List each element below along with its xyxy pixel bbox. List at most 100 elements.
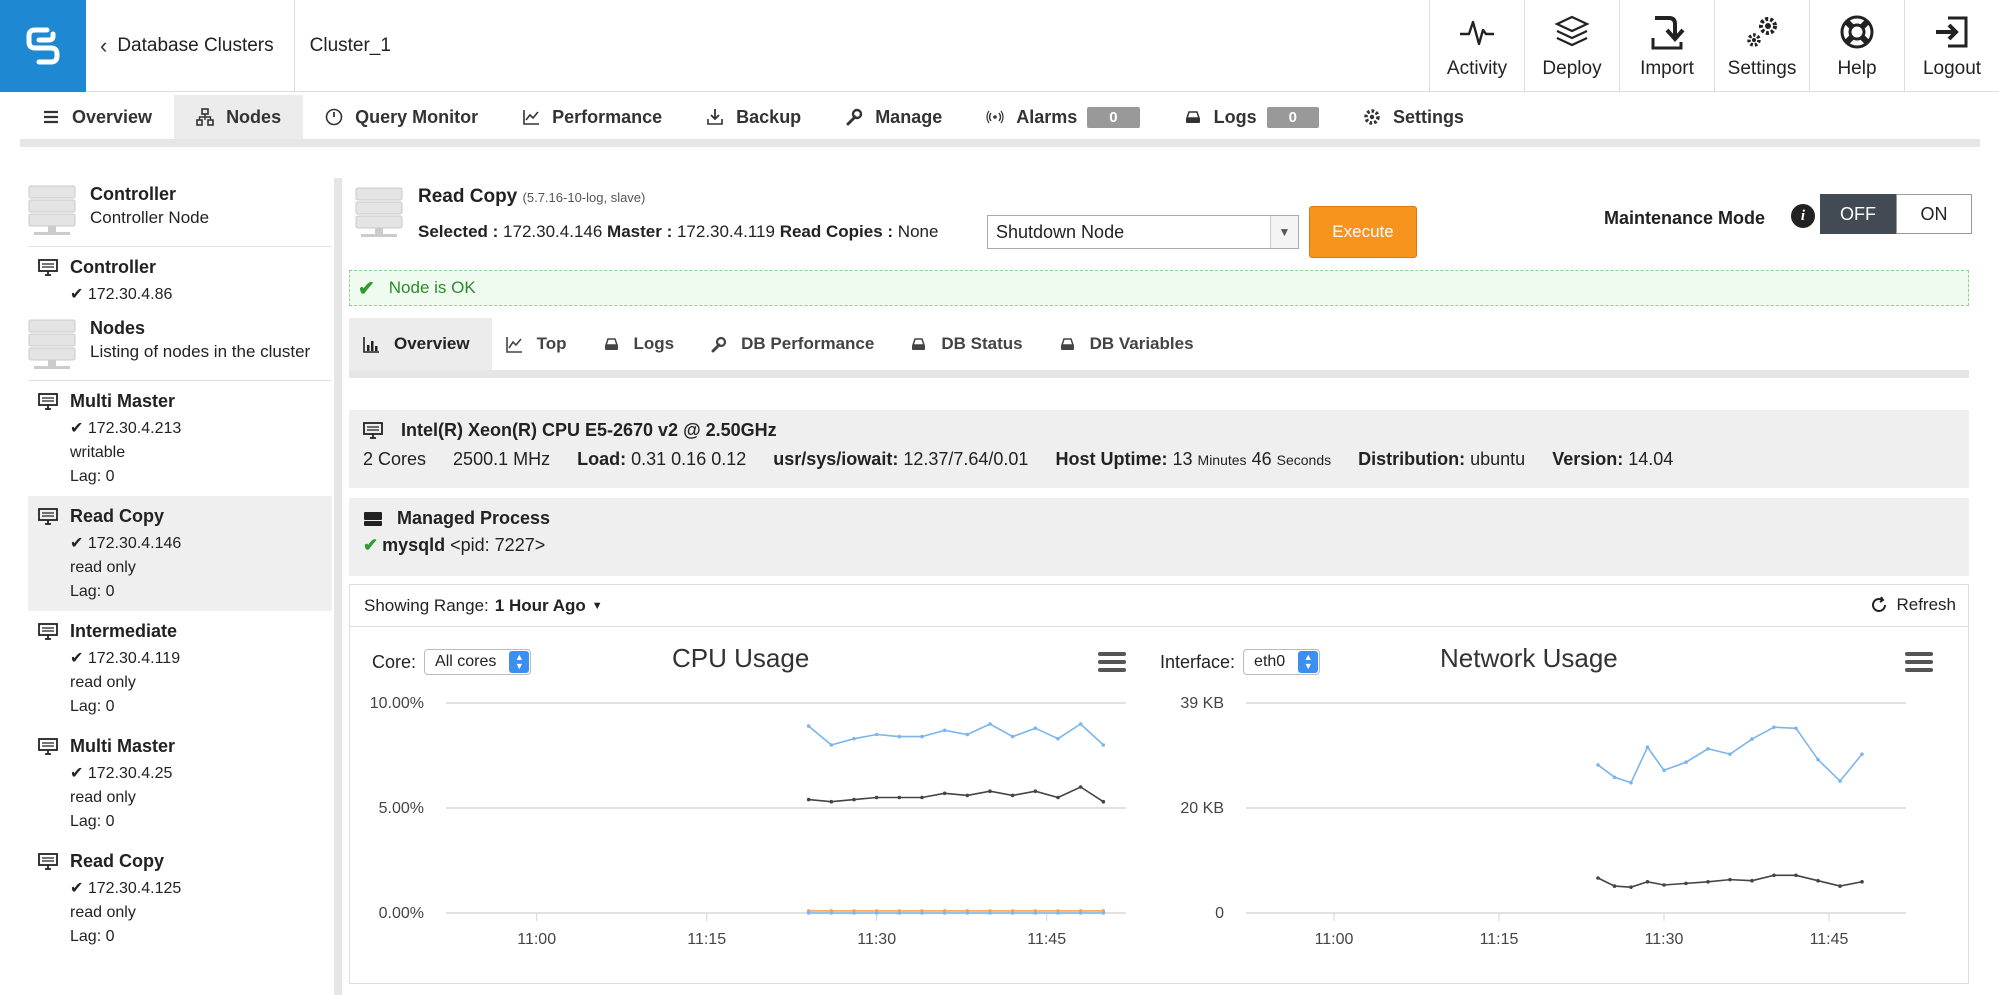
data-point bbox=[1596, 763, 1600, 767]
monitor-icon bbox=[38, 853, 58, 870]
data-point bbox=[1612, 884, 1617, 888]
data-point bbox=[1078, 785, 1083, 789]
sidebar-item-node[interactable]: Read Copy ✔ 172.30.4.125 read only Lag: … bbox=[28, 841, 332, 956]
y-tick-label: 10.00% bbox=[370, 695, 424, 712]
monitor-icon bbox=[38, 259, 58, 276]
activity-icon bbox=[1460, 20, 1494, 46]
server-icon bbox=[355, 187, 403, 237]
data-point bbox=[1033, 911, 1038, 915]
server-icon bbox=[28, 185, 76, 235]
y-tick-label: 0 bbox=[1215, 905, 1224, 922]
sidebar-item-node[interactable]: Multi Master ✔ 172.30.4.213 writable Lag… bbox=[28, 381, 332, 496]
cpu-plot-area: 0.00% 5.00% 10.00% 11:00 11:15 11:30 11:45 bbox=[370, 695, 1126, 948]
sidebar-controller-group: Controller Controller Node bbox=[28, 178, 332, 247]
tab-query-monitor-label: Query Monitor bbox=[355, 106, 479, 127]
sidebar-controller-subtitle: Controller Node bbox=[90, 208, 210, 227]
subtab-db-performance[interactable]: DB Performance bbox=[696, 318, 896, 370]
sidebar-item-controller[interactable]: Controller ✔ 172.30.4.86 bbox=[28, 247, 332, 314]
data-point bbox=[1750, 737, 1754, 741]
node-header: Read Copy (5.7.16-10-log, slave) Selecte… bbox=[349, 178, 1972, 270]
data-point bbox=[1010, 734, 1015, 739]
range-dropdown[interactable]: 1 Hour Ago bbox=[495, 596, 586, 616]
line-chart-icon bbox=[505, 336, 522, 353]
sidebar-node-ip: ✔ 172.30.4.146 bbox=[70, 535, 182, 552]
import-icon bbox=[1651, 16, 1685, 50]
topnav-activity-label: Activity bbox=[1446, 58, 1508, 79]
tab-alarms[interactable]: Alarms 0 bbox=[964, 95, 1161, 139]
y-tick-label: 39 KB bbox=[1180, 695, 1224, 712]
data-point bbox=[1033, 789, 1038, 793]
y-tick-label: 5.00% bbox=[379, 800, 424, 817]
range-label: Showing Range: bbox=[364, 595, 489, 615]
tab-backup[interactable]: Backup bbox=[684, 95, 823, 139]
maintenance-toggle: OFF ON bbox=[1820, 194, 1972, 234]
sidebar-node-title: Multi Master bbox=[70, 391, 176, 411]
subtab-top[interactable]: Top bbox=[492, 318, 589, 370]
data-point bbox=[942, 728, 947, 733]
data-point bbox=[1860, 752, 1864, 756]
data-point bbox=[942, 911, 947, 915]
execute-button[interactable]: Execute bbox=[1309, 206, 1417, 258]
cpu-model: Intel(R) Xeon(R) CPU E5-2670 v2 @ 2.50GH… bbox=[401, 420, 777, 440]
list-icon bbox=[44, 110, 58, 124]
host-info-panel: Intel(R) Xeon(R) CPU E5-2670 v2 @ 2.50GH… bbox=[349, 410, 1969, 488]
tab-settings[interactable]: Settings bbox=[1341, 95, 1486, 139]
subtab-db-variables[interactable]: DB Variables bbox=[1045, 318, 1216, 370]
data-point bbox=[1645, 745, 1650, 749]
subtab-top-label: Top bbox=[536, 334, 567, 353]
data-point bbox=[852, 911, 856, 915]
sidebar-node-lag: Lag: 0 bbox=[70, 698, 115, 715]
data-point bbox=[1838, 779, 1842, 783]
back-to-clusters-link[interactable]: ‹ Database Clusters bbox=[86, 0, 295, 92]
process-pid: <pid: 7227> bbox=[450, 535, 546, 555]
node-action-select[interactable]: Shutdown Node ▼ bbox=[987, 215, 1299, 249]
app-logo[interactable] bbox=[0, 0, 86, 92]
tab-performance[interactable]: Performance bbox=[500, 95, 684, 139]
refresh-button[interactable]: Refresh bbox=[1870, 595, 1956, 615]
maintenance-on-button[interactable]: ON bbox=[1896, 194, 1972, 234]
data-point bbox=[1078, 722, 1083, 726]
info-icon[interactable]: i bbox=[1791, 204, 1815, 228]
data-point bbox=[1101, 743, 1106, 747]
sidebar-node-lag: Lag: 0 bbox=[70, 468, 115, 485]
data-point bbox=[874, 911, 879, 915]
subtab-overview-label: Overview bbox=[394, 334, 470, 353]
bar-chart-icon bbox=[363, 336, 379, 353]
sidebar-node-lag: Lag: 0 bbox=[70, 928, 115, 945]
monitor-icon bbox=[363, 421, 383, 439]
subtab-db-status[interactable]: DB Status bbox=[896, 318, 1044, 370]
data-point bbox=[1629, 780, 1633, 785]
data-point bbox=[1728, 752, 1732, 756]
tab-query-monitor[interactable]: Query Monitor bbox=[303, 95, 500, 139]
x-tick-label: 11:15 bbox=[1480, 931, 1519, 948]
network-usage-chart: Interface: eth0 ▲ ▼ Network Usage 0 20 KB 39… bbox=[1160, 627, 1960, 985]
sidebar-node-mode: read only bbox=[70, 904, 136, 921]
tab-logs[interactable]: Logs 0 bbox=[1162, 95, 1341, 139]
subtab-logs[interactable]: Logs bbox=[589, 318, 697, 370]
sidebar-item-node[interactable]: Intermediate ✔ 172.30.4.119 read only La… bbox=[28, 611, 332, 726]
tab-performance-label: Performance bbox=[552, 106, 663, 127]
maintenance-off-button[interactable]: OFF bbox=[1820, 194, 1896, 234]
disk-icon bbox=[912, 337, 926, 350]
data-point bbox=[806, 724, 811, 728]
disk-icon bbox=[1185, 111, 1200, 123]
topnav-activity-button[interactable]: Activity bbox=[1429, 0, 1524, 92]
topnav-logout-button[interactable]: Logout bbox=[1904, 0, 1999, 92]
topnav-deploy-button[interactable]: Deploy bbox=[1524, 0, 1619, 92]
breadcrumb-cluster-name: Cluster_1 bbox=[309, 35, 391, 56]
subtab-overview[interactable]: Overview bbox=[349, 318, 492, 370]
topnav-import-button[interactable]: Import bbox=[1619, 0, 1714, 92]
sidebar-item-node-selected[interactable]: Read Copy ✔ 172.30.4.146 read only Lag: … bbox=[28, 496, 332, 611]
topnav-deploy-label: Deploy bbox=[1542, 58, 1602, 79]
sidebar-item-node[interactable]: Multi Master ✔ 172.30.4.25 read only Lag… bbox=[28, 726, 332, 841]
data-point bbox=[829, 911, 834, 915]
topnav-help-button[interactable]: Help bbox=[1809, 0, 1904, 92]
tab-overview[interactable]: Overview bbox=[20, 95, 174, 139]
topnav-settings-button[interactable]: Settings bbox=[1714, 0, 1809, 92]
tab-nodes[interactable]: Nodes bbox=[174, 95, 304, 139]
x-tick-label: 11:00 bbox=[1315, 931, 1354, 948]
x-tick-label: 11:00 bbox=[517, 931, 556, 948]
top-bar: ‹ Database Clusters Cluster_1 Activity D… bbox=[0, 0, 1999, 92]
tab-manage[interactable]: Manage bbox=[823, 95, 964, 139]
sidebar-node-lag: Lag: 0 bbox=[70, 583, 115, 600]
